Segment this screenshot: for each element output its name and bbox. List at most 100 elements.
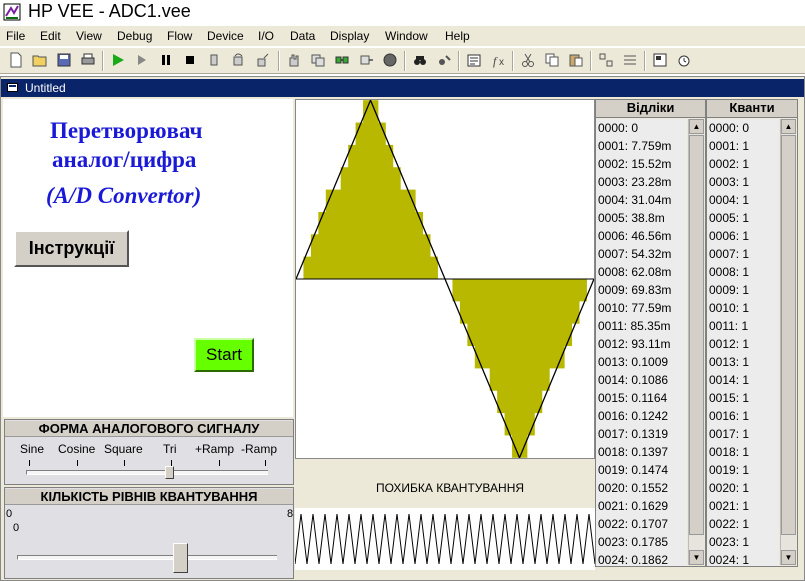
new-icon[interactable] bbox=[8, 52, 24, 68]
quanta-list-item[interactable]: 0012: 1 bbox=[709, 335, 749, 353]
quanta-list-item[interactable]: 0021: 1 bbox=[709, 497, 749, 515]
menu-window[interactable]: Window bbox=[385, 29, 428, 43]
waveform-slider-track[interactable] bbox=[26, 470, 268, 475]
step-over-icon[interactable] bbox=[230, 52, 246, 68]
quanta-list-item[interactable]: 0016: 1 bbox=[709, 407, 749, 425]
ui-panel-icon[interactable] bbox=[622, 52, 638, 68]
quanta-list-item[interactable]: 0009: 1 bbox=[709, 281, 749, 299]
samples-list-item[interactable]: 0004: 31.04m bbox=[598, 191, 671, 209]
quanta-list-item[interactable]: 0005: 1 bbox=[709, 209, 749, 227]
samples-list-item[interactable]: 0021: 0.1629 bbox=[598, 497, 668, 515]
menu-help[interactable]: Help bbox=[445, 29, 470, 43]
quanta-list-item[interactable]: 0023: 1 bbox=[709, 533, 749, 551]
quanta-list-item[interactable]: 0003: 1 bbox=[709, 173, 749, 191]
menu-io[interactable]: I/O bbox=[258, 29, 274, 43]
menu-flow[interactable]: Flow bbox=[167, 29, 192, 43]
copy-object-icon[interactable] bbox=[310, 52, 326, 68]
scroll-up-icon[interactable]: ▲ bbox=[781, 119, 796, 134]
quanta-list-item[interactable]: 0006: 1 bbox=[709, 227, 749, 245]
start-button[interactable]: Start bbox=[194, 338, 254, 372]
samples-list-item[interactable]: 0009: 69.83m bbox=[598, 281, 671, 299]
menu-edit[interactable]: Edit bbox=[40, 29, 61, 43]
menu-debug[interactable]: Debug bbox=[117, 29, 152, 43]
samples-list-item[interactable]: 0001: 7.759m bbox=[598, 137, 671, 155]
find-icon[interactable] bbox=[412, 52, 428, 68]
quanta-list-item[interactable]: 0008: 1 bbox=[709, 263, 749, 281]
open-icon[interactable] bbox=[32, 52, 48, 68]
quanta-list-item[interactable]: 0013: 1 bbox=[709, 353, 749, 371]
waveform-slider-thumb[interactable] bbox=[165, 466, 174, 479]
step-out-icon[interactable] bbox=[254, 52, 270, 68]
samples-list-item[interactable]: 0019: 0.1474 bbox=[598, 461, 668, 479]
quanta-list-item[interactable]: 0004: 1 bbox=[709, 191, 749, 209]
quanta-list-item[interactable]: 0010: 1 bbox=[709, 299, 749, 317]
window-icon[interactable] bbox=[7, 83, 18, 92]
copy-icon[interactable] bbox=[544, 52, 560, 68]
levels-slider-thumb[interactable] bbox=[173, 543, 188, 573]
quanta-list-item[interactable]: 0024: 1 bbox=[709, 551, 749, 566]
scroll-down-icon[interactable]: ▼ bbox=[781, 550, 796, 565]
samples-list-item[interactable]: 0022: 0.1707 bbox=[598, 515, 668, 533]
menu-display[interactable]: Display bbox=[330, 29, 369, 43]
samples-list-item[interactable]: 0018: 0.1397 bbox=[598, 443, 668, 461]
cut-icon[interactable] bbox=[520, 52, 536, 68]
line-probe-icon[interactable] bbox=[334, 52, 350, 68]
samples-list-item[interactable]: 0005: 38.8m bbox=[598, 209, 665, 227]
menu-file[interactable]: File bbox=[6, 29, 25, 43]
scroll-down-icon[interactable]: ▼ bbox=[689, 550, 704, 565]
hand-icon[interactable] bbox=[286, 52, 302, 68]
samples-list-item[interactable]: 0000: 0 bbox=[598, 119, 638, 137]
samples-list-rows[interactable]: 0000: 0 0001: 7.759m 0002: 15.52m 0003: 23.… bbox=[596, 119, 687, 566]
menu-data[interactable]: Data bbox=[290, 29, 315, 43]
samples-list-item[interactable]: 0003: 23.28m bbox=[598, 173, 671, 191]
quanta-list-item[interactable]: 0011: 1 bbox=[709, 317, 748, 335]
create-ui-icon[interactable] bbox=[598, 52, 614, 68]
timer-icon[interactable] bbox=[676, 52, 692, 68]
samples-list-item[interactable]: 0017: 0.1319 bbox=[598, 425, 668, 443]
samples-list-item[interactable]: 0011: 85.35m bbox=[598, 317, 671, 335]
function-icon[interactable]: fx bbox=[490, 52, 506, 68]
globe-icon[interactable] bbox=[382, 52, 398, 68]
samples-list-item[interactable]: 0015: 0.1164 bbox=[598, 389, 667, 407]
samples-scroll-thumb[interactable] bbox=[689, 135, 704, 535]
samples-list-item[interactable]: 0014: 0.1086 bbox=[598, 371, 668, 389]
quanta-list-item[interactable]: 0017: 1 bbox=[709, 425, 749, 443]
panel-view-icon[interactable] bbox=[652, 52, 668, 68]
quanta-list-item[interactable]: 0001: 1 bbox=[709, 137, 749, 155]
levels-slider-track[interactable] bbox=[17, 555, 277, 560]
menu-device[interactable]: Device bbox=[207, 29, 244, 43]
quanta-scrollbar[interactable]: ▲ ▼ bbox=[780, 119, 796, 565]
print-icon[interactable] bbox=[80, 52, 96, 68]
samples-list-item[interactable]: 0002: 15.52m bbox=[598, 155, 671, 173]
quanta-list-item[interactable]: 0000: 0 bbox=[709, 119, 749, 137]
step-into-icon[interactable] bbox=[206, 52, 222, 68]
stop-icon[interactable] bbox=[182, 52, 198, 68]
hp-vee-app-icon[interactable] bbox=[3, 3, 21, 21]
quanta-list-item[interactable]: 0002: 1 bbox=[709, 155, 749, 173]
samples-list-item[interactable]: 0020: 0.1552 bbox=[598, 479, 668, 497]
quanta-list-item[interactable]: 0019: 1 bbox=[709, 461, 749, 479]
step-icon[interactable] bbox=[134, 52, 150, 68]
quanta-list-item[interactable]: 0022: 1 bbox=[709, 515, 749, 533]
quanta-scroll-thumb[interactable] bbox=[781, 135, 796, 535]
pause-icon[interactable] bbox=[158, 52, 174, 68]
instructions-button[interactable]: Інструкції bbox=[14, 230, 129, 267]
samples-list-item[interactable]: 0013: 0.1009 bbox=[598, 353, 668, 371]
samples-scrollbar[interactable]: ▲ ▼ bbox=[688, 119, 704, 565]
quanta-list-item[interactable]: 0018: 1 bbox=[709, 443, 749, 461]
samples-list-item[interactable]: 0016: 0.1242 bbox=[598, 407, 668, 425]
quanta-list-item[interactable]: 0014: 1 bbox=[709, 371, 749, 389]
quanta-list-item[interactable]: 0015: 1 bbox=[709, 389, 749, 407]
samples-list-item[interactable]: 0008: 62.08m bbox=[598, 263, 671, 281]
find-next-icon[interactable] bbox=[436, 52, 452, 68]
menu-view[interactable]: View bbox=[76, 29, 102, 43]
samples-list-item[interactable]: 0006: 46.56m bbox=[598, 227, 671, 245]
samples-list-item[interactable]: 0010: 77.59m bbox=[598, 299, 671, 317]
quanta-list-rows[interactable]: 0000: 0 0001: 1 0002: 1 0003: 1 0004: 1 0005:… bbox=[707, 119, 779, 566]
samples-list-item[interactable]: 0023: 0.1785 bbox=[598, 533, 668, 551]
samples-list-item[interactable]: 0012: 93.11m bbox=[598, 335, 671, 353]
data-flow-icon[interactable] bbox=[358, 52, 374, 68]
properties-icon[interactable] bbox=[466, 52, 482, 68]
scroll-up-icon[interactable]: ▲ bbox=[689, 119, 704, 134]
samples-list-item[interactable]: 0007: 54.32m bbox=[598, 245, 671, 263]
